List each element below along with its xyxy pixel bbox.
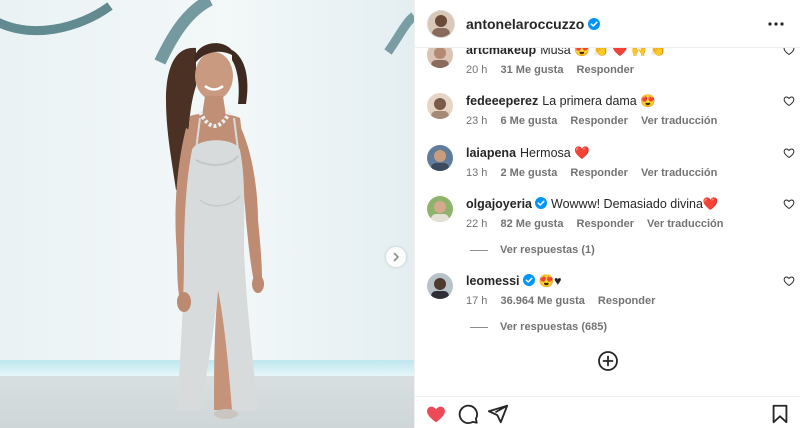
comment-body: leomessi 😍♥ 17 h 36.964 Me gusta Responde…	[466, 273, 766, 308]
comment-body: fedeeeperez La primera dama 😍 23 h 6 Me g…	[466, 93, 766, 128]
view-replies-button[interactable]: Ver respuestas (685)	[470, 321, 607, 333]
verified-icon	[522, 274, 535, 286]
comment-username[interactable]: fedeeeperez	[466, 94, 538, 108]
save-icon[interactable]	[769, 403, 791, 425]
reply-button[interactable]: Responder	[570, 167, 627, 179]
comments-list[interactable]: artcmakeup Musa 😍 👏 ❤️ 🙌 👏 20 h 31 Me gus…	[415, 48, 800, 382]
post-header: antonelaroccuzzo	[415, 0, 800, 48]
commenter-avatar-image	[427, 145, 453, 171]
comment-like-icon[interactable]	[783, 95, 795, 107]
comment-icon[interactable]	[457, 403, 479, 425]
comment-like-icon[interactable]	[783, 198, 795, 210]
comment-username[interactable]: laiapena	[466, 146, 516, 160]
comment-likes[interactable]: 36.964 Me gusta	[500, 295, 584, 307]
see-translation-button[interactable]: Ver traducción	[647, 218, 723, 230]
comment-avatar[interactable]	[427, 196, 453, 222]
comment-body: olgajoyeria Wowww! Demasiado divina❤️ 22 …	[466, 196, 766, 231]
view-replies-label: Ver respuestas (1)	[500, 244, 595, 256]
comment-time[interactable]: 17 h	[466, 295, 487, 307]
chevron-right-icon	[393, 252, 400, 262]
commenter-avatar-image	[427, 196, 453, 222]
comment-text: 😍♥	[538, 274, 562, 288]
replies-divider-line	[470, 326, 488, 328]
comment-like-icon[interactable]	[783, 147, 795, 159]
carousel-next-button[interactable]	[386, 247, 406, 267]
post-side-panel: antonelaroccuzzo artcmakeup Musa 😍 👏 ❤️ 🙌…	[414, 0, 800, 428]
comment-avatar[interactable]	[427, 48, 453, 68]
comment-username[interactable]: leomessi	[466, 274, 520, 288]
replies-divider-line	[470, 249, 488, 251]
comment-like-icon[interactable]	[783, 48, 795, 56]
comment-like-icon[interactable]	[783, 275, 795, 287]
comment-item: fedeeeperez La primera dama 😍 23 h 6 Me g…	[427, 93, 797, 137]
author-avatar[interactable]	[427, 9, 455, 38]
comment-item: leomessi 😍♥ 17 h 36.964 Me gusta Responde…	[427, 273, 797, 317]
commenter-avatar-image	[427, 48, 453, 68]
reply-button[interactable]: Responder	[577, 64, 634, 76]
see-translation-button[interactable]: Ver traducción	[641, 115, 717, 127]
reply-button[interactable]: Responder	[570, 115, 627, 127]
verified-icon	[588, 17, 601, 30]
more-options-button[interactable]	[764, 12, 788, 36]
comment-time[interactable]: 23 h	[466, 115, 487, 127]
heart-icon[interactable]	[425, 403, 447, 425]
view-replies-button[interactable]: Ver respuestas (1)	[470, 244, 595, 256]
view-replies-label: Ver respuestas (685)	[500, 321, 608, 333]
comment-item: artcmakeup Musa 😍 👏 ❤️ 🙌 👏 20 h 31 Me gus…	[427, 48, 797, 86]
see-translation-button[interactable]: Ver traducción	[641, 167, 717, 179]
verified-icon	[535, 197, 547, 209]
comment-text: Hermosa ❤️	[520, 146, 590, 160]
author-username[interactable]: antonelaroccuzzo	[466, 16, 584, 32]
woman-figure-illustration	[166, 43, 264, 419]
comment-avatar[interactable]	[427, 145, 453, 171]
post-action-bar	[415, 396, 800, 428]
comment-avatar[interactable]	[427, 93, 453, 119]
reply-button[interactable]: Responder	[577, 218, 634, 230]
comment-likes[interactable]: 2 Me gusta	[500, 167, 557, 179]
share-icon[interactable]	[487, 403, 509, 425]
comment-username[interactable]: olgajoyeria	[466, 197, 532, 211]
reply-button[interactable]: Responder	[598, 295, 655, 307]
comment-item: olgajoyeria Wowww! Demasiado divina❤️ 22 …	[427, 196, 797, 240]
add-comment-icon[interactable]	[597, 350, 619, 372]
commenter-avatar-image	[427, 93, 453, 119]
comment-body: artcmakeup Musa 😍 👏 ❤️ 🙌 👏 20 h 31 Me gus…	[466, 48, 766, 77]
author-avatar-image	[427, 9, 455, 38]
more-options-icon	[768, 21, 784, 26]
comment-text: Wowww! Demasiado divina❤️	[551, 197, 719, 211]
comment-username[interactable]: artcmakeup	[466, 48, 536, 57]
comment-likes[interactable]: 31 Me gusta	[500, 64, 563, 76]
comment-time[interactable]: 13 h	[466, 167, 487, 179]
comment-body: laiapena Hermosa ❤️ 13 h 2 Me gusta Respo…	[466, 145, 766, 180]
commenter-avatar-image	[427, 273, 453, 299]
comment-item: laiapena Hermosa ❤️ 13 h 2 Me gusta Respo…	[427, 145, 797, 189]
comment-likes[interactable]: 82 Me gusta	[500, 218, 563, 230]
comment-likes[interactable]: 6 Me gusta	[500, 115, 557, 127]
comment-time[interactable]: 22 h	[466, 218, 487, 230]
comment-text: Musa 😍 👏 ❤️ 🙌 👏	[540, 48, 666, 57]
comment-avatar[interactable]	[427, 273, 453, 299]
post-photo[interactable]	[0, 0, 414, 428]
comment-text: La primera dama 😍	[542, 94, 656, 108]
comment-time[interactable]: 20 h	[466, 64, 487, 76]
